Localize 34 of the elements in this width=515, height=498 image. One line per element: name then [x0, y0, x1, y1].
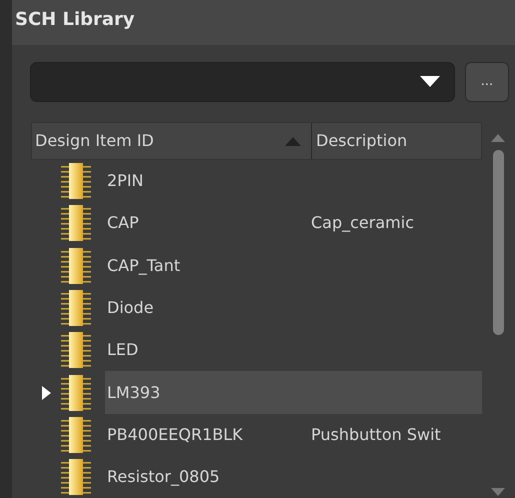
description-cell-text: Pushbutton Swit [311, 424, 441, 446]
component-icon [61, 459, 91, 496]
component-icon [61, 374, 91, 411]
table-row[interactable]: CAP_Tant [105, 244, 482, 287]
item-id-cell[interactable]: 2PIN [107, 169, 144, 194]
table-row[interactable]: 2PIN [105, 160, 482, 202]
component-icon [61, 248, 91, 284]
selected-row[interactable]: LM393 [105, 371, 482, 414]
component-icon [61, 416, 91, 453]
component-icon [61, 290, 91, 326]
item-id-cell[interactable]: Resistor_0805 [107, 465, 220, 490]
table-row[interactable]: CAP Cap_ceramic [105, 202, 482, 245]
item-id-cell[interactable]: LED [107, 338, 138, 362]
column-header[interactable]: Design Item ID [35, 129, 154, 153]
table-row[interactable]: LED [105, 329, 482, 372]
item-id-cell[interactable]: PB400EEQR1BLK [107, 422, 243, 447]
item-id-cell[interactable]: Diode [107, 296, 154, 320]
table-row[interactable]: Resistor_0805 [105, 456, 482, 498]
scrollbar-thumb[interactable] [492, 150, 504, 335]
component-icon [61, 332, 91, 368]
item-id-cell[interactable]: LM393 [107, 380, 160, 405]
browse-button[interactable]: ... [465, 62, 509, 102]
description-cell-text: Cap_ceramic [311, 212, 414, 234]
item-id-cell[interactable]: CAP [107, 211, 139, 236]
column-header[interactable]: Description [316, 131, 408, 150]
dropdown-arrow-icon [420, 76, 440, 88]
component-icon [61, 163, 91, 200]
scroll-up-icon[interactable] [491, 134, 505, 142]
table-row[interactable]: Diode [105, 286, 482, 330]
table-row[interactable]: PB400EEQR1BLK Pushbutton Swit [105, 414, 482, 456]
component-icon [61, 205, 91, 242]
panel-title: SCH Library [12, 0, 515, 45]
item-id-cell[interactable]: CAP_Tant [107, 254, 180, 278]
scroll-down-icon[interactable] [491, 488, 505, 496]
